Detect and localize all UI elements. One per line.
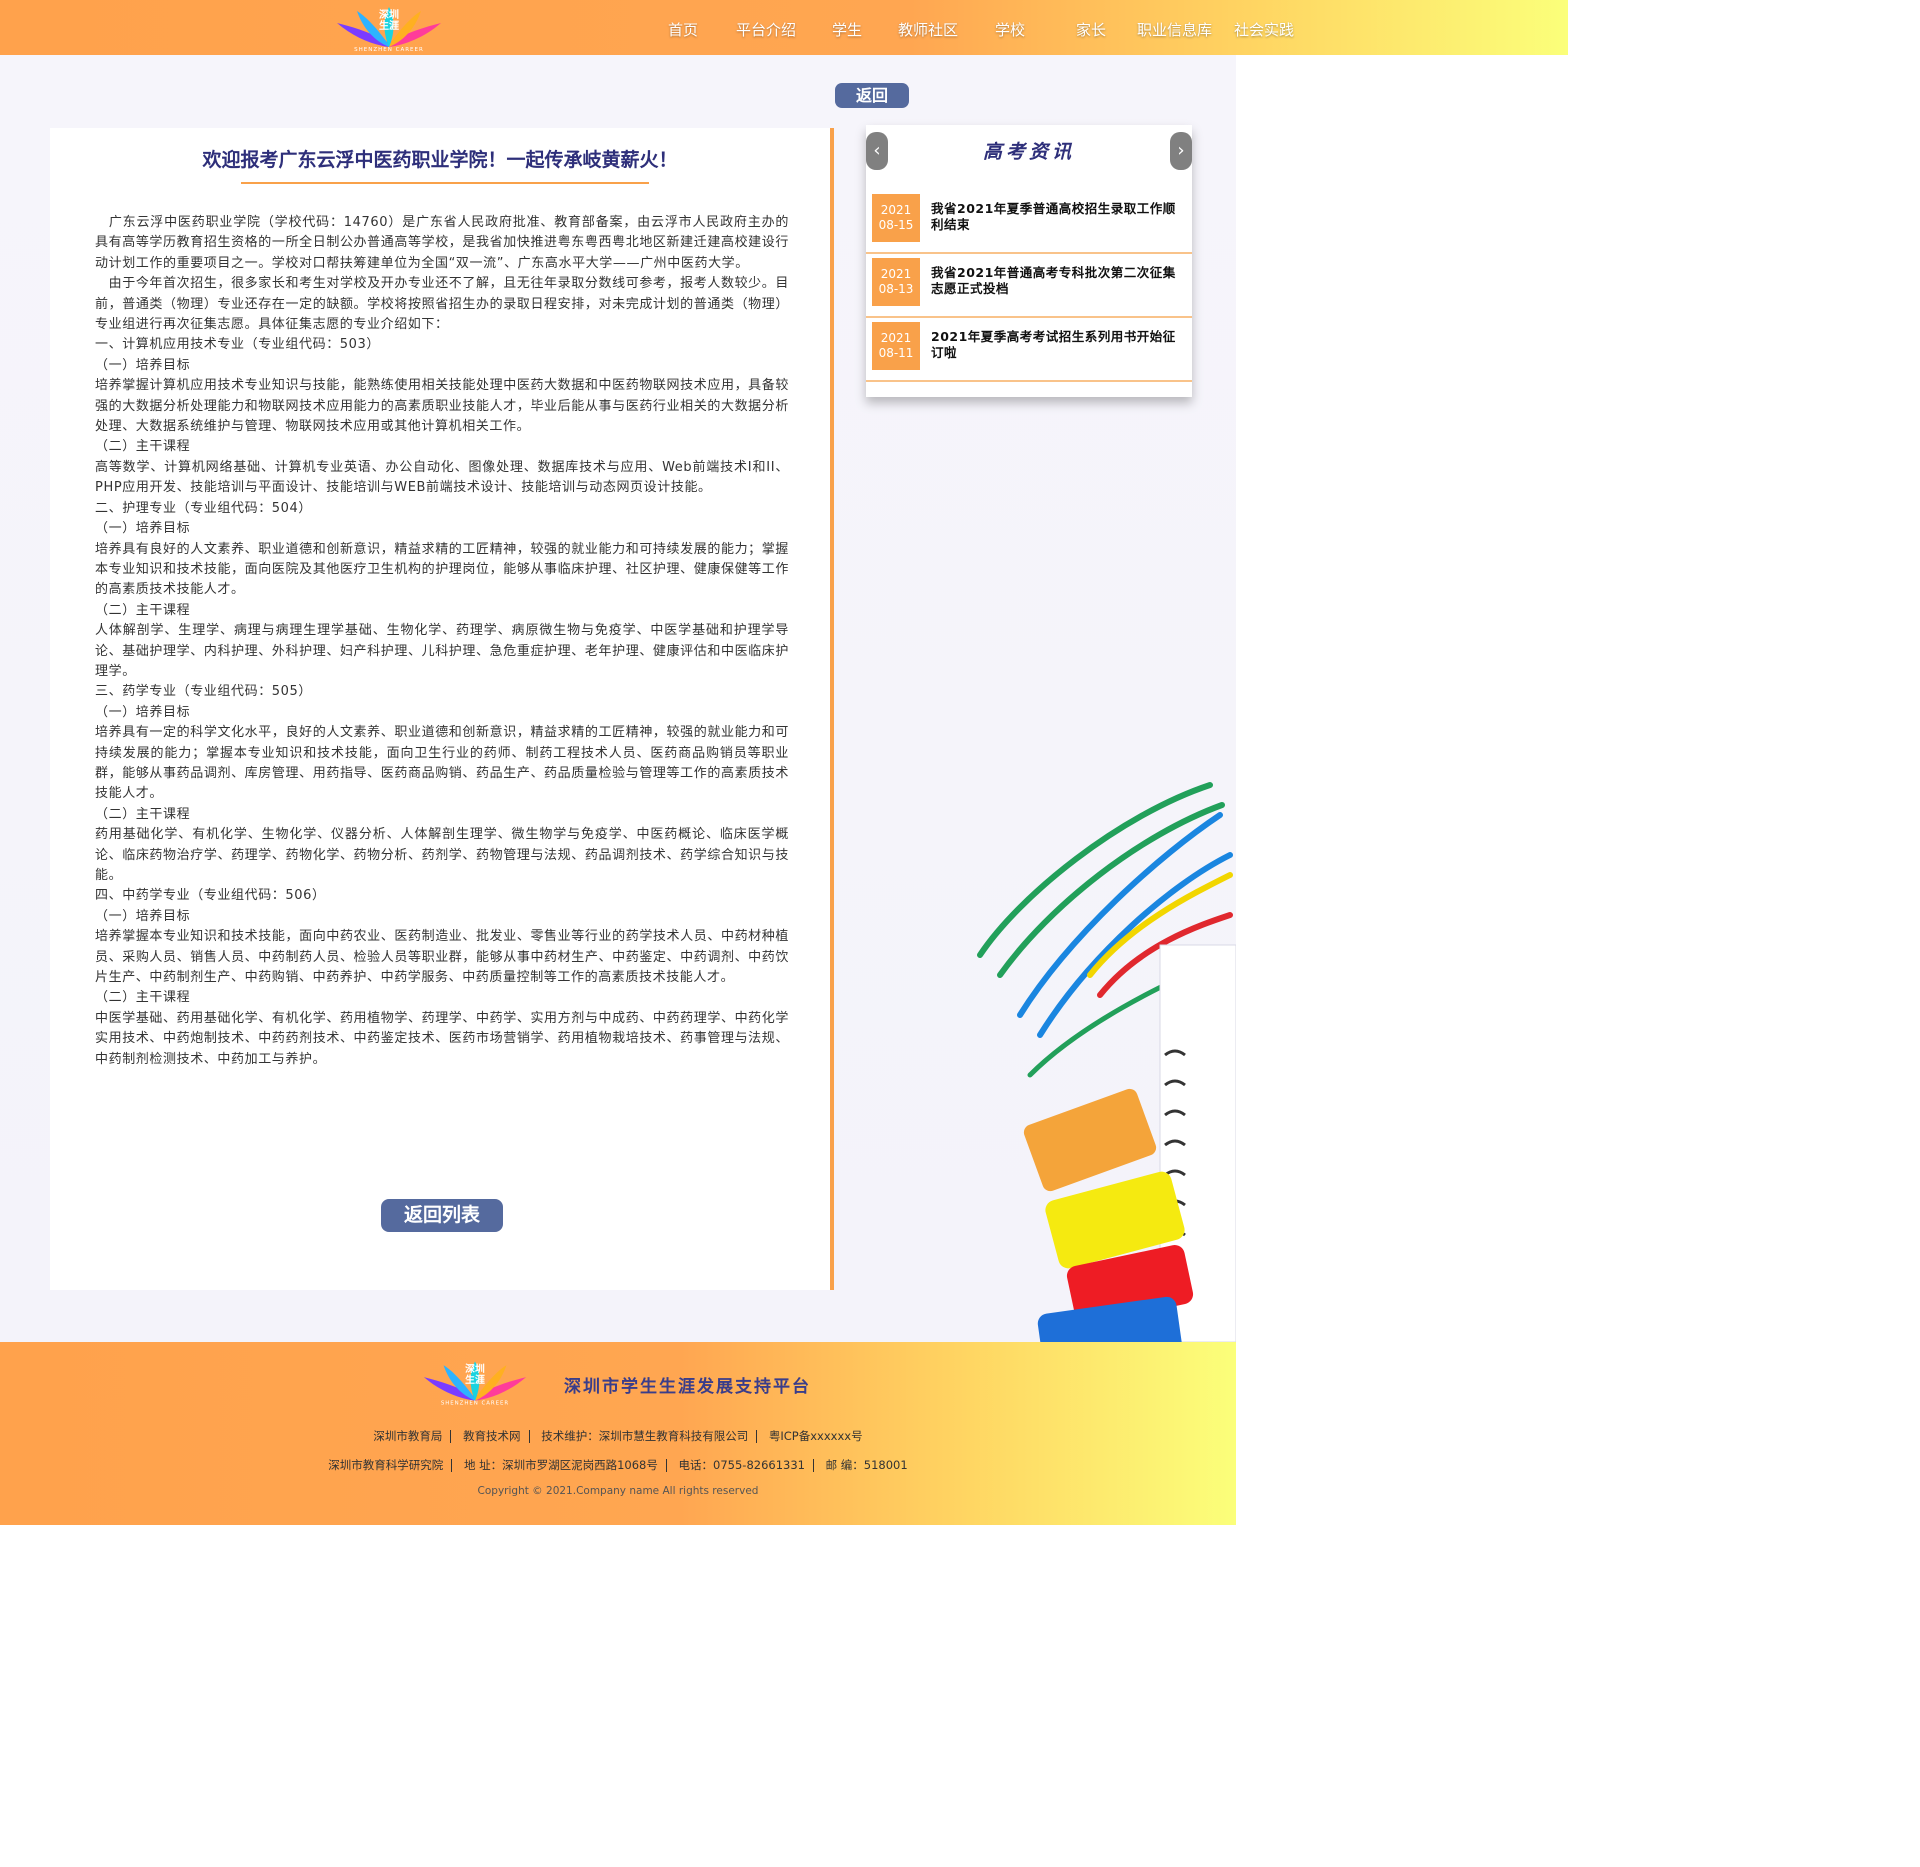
news-panel-title: 高考资讯	[982, 141, 1075, 163]
news-headline[interactable]: 我省2021年普通高考专科批次第二次征集志愿正式投档	[931, 265, 1183, 297]
article-paragraph: （二）主干课程	[95, 806, 191, 822]
article-title: 欢迎报考广东云浮中医药职业学院！一起传承岐黄薪火！	[202, 149, 678, 171]
news-panel: 高考资讯 ‹ › 2021 08-15 我省2021年夏季普通高校招生录取工作顺…	[866, 125, 1192, 397]
footer-logo[interactable]: 深圳 生涯 SHENZHEN CAREER	[420, 1357, 530, 1407]
footer-links-row-2: 深圳市教育科学研究院 地 址：深圳市罗湖区泥岗西路1068号 电话：0755-8…	[0, 1457, 1236, 1473]
news-date-badge: 2021 08-11	[872, 322, 920, 370]
footer-platform-title: 深圳市学生生涯发展支持平台	[564, 1377, 811, 1397]
top-header: 深圳 生涯 SHENZHEN CAREER 首页 平台介绍 学生 教师社区 学校…	[0, 0, 1568, 55]
news-headline[interactable]: 我省2021年夏季普通高校招生录取工作顺利结束	[931, 201, 1183, 233]
footer-link[interactable]: 教育技术网	[463, 1429, 521, 1443]
nav-social-practice[interactable]: 社会实践	[1234, 19, 1294, 40]
article-paragraph: （二）主干课程	[95, 990, 191, 1006]
news-date: 08-11	[878, 346, 914, 360]
article-paragraph: （一）培养目标	[95, 357, 191, 373]
footer-logo-text-top: 深圳	[465, 1362, 485, 1375]
copyright-text: Copyright © 2021.Company name All rights…	[477, 1485, 759, 1497]
news-date-badge: 2021 08-15	[872, 194, 920, 242]
nav-career-database[interactable]: 职业信息库	[1137, 19, 1212, 40]
footer-link[interactable]: 深圳市教育科学研究院	[328, 1458, 443, 1472]
title-underline	[241, 182, 649, 184]
article-paragraph: 三、药学专业（专业组代码：505）	[95, 684, 313, 700]
article-body: 广东云浮中医药职业学院（学校代码：14760）是广东省人民政府批准、教育部备案，…	[95, 213, 789, 1070]
news-year: 2021	[880, 203, 912, 217]
footer-links-row-1: 深圳市教育局 教育技术网 技术维护：深圳市慧生教育科技有限公司 粤ICP备xxx…	[0, 1428, 1236, 1444]
news-date-badge: 2021 08-13	[872, 258, 920, 306]
article-paragraph: 广东云浮中医药职业学院（学校代码：14760）是广东省人民政府批准、教育部备案，…	[95, 215, 789, 271]
nav-home[interactable]: 首页	[668, 19, 698, 40]
nav-students[interactable]: 学生	[832, 19, 862, 40]
footer-logo-caption: SHENZHEN CAREER	[441, 1401, 509, 1407]
article-paragraph: 培养具有一定的科学文化水平，良好的人文素养、职业道德和创新意识，精益求精的工匠精…	[95, 725, 789, 802]
nav-platform-intro[interactable]: 平台介绍	[736, 19, 796, 40]
news-year: 2021	[880, 267, 912, 281]
article-paragraph: 二、护理专业（专业组代码：504）	[95, 500, 313, 516]
article-paragraph: 培养掌握本专业知识和技术技能，面向中药农业、医药制造业、批发业、零售业等行业的药…	[95, 929, 789, 986]
news-item[interactable]: 2021 08-11 2021年夏季高考考试招生系列用书开始征订啦	[866, 316, 1192, 382]
article-paragraph: 药用基础化学、有机化学、生物化学、仪器分析、人体解剖生理学、微生物学与免疫学、中…	[95, 827, 789, 883]
footer-text: 邮 编：518001	[825, 1458, 908, 1472]
article-paragraph: 高等数学、计算机网络基础、计算机专业英语、办公自动化、图像处理、数据库技术与应用…	[95, 459, 789, 496]
article-paragraph: 人体解剖学、生理学、病理与病理生理学基础、生物化学、药理学、病原微生物与免疫学、…	[95, 623, 789, 679]
article-paragraph: （二）主干课程	[95, 439, 191, 455]
news-headline[interactable]: 2021年夏季高考考试招生系列用书开始征订啦	[931, 329, 1183, 361]
main-nav: 首页 平台介绍 学生 教师社区 学校 家长 职业信息库 社会实践	[0, 0, 1568, 55]
article-paragraph: 培养掌握计算机应用技术专业知识与技能，能熟练使用相关技能处理中医药大数据和中医药…	[95, 378, 789, 435]
article-paragraph: 四、中药学专业（专业组代码：506）	[95, 888, 326, 904]
stationery-illustration	[977, 782, 1236, 1342]
chevron-left-icon[interactable]: ‹	[866, 132, 888, 170]
news-date: 08-15	[878, 218, 914, 232]
footer: 深圳 生涯 SHENZHEN CAREER 深圳市学生生涯发展支持平台 深圳市教…	[0, 1342, 1236, 1525]
news-item[interactable]: 2021 08-13 我省2021年普通高考专科批次第二次征集志愿正式投档	[866, 252, 1192, 318]
footer-link[interactable]: 深圳市教育局	[373, 1429, 442, 1443]
chevron-right-icon[interactable]: ›	[1170, 132, 1192, 170]
article-paragraph: 中医学基础、药用基础化学、有机化学、药用植物学、药理学、中药学、实用方剂与中成药…	[95, 1010, 789, 1067]
back-button[interactable]: 返回	[835, 83, 909, 108]
footer-text: 电话：0755-82661331	[678, 1458, 805, 1472]
nav-teacher-community[interactable]: 教师社区	[898, 19, 958, 40]
article-paragraph: （二）主干课程	[95, 602, 191, 618]
article-paragraph: （一）培养目标	[95, 908, 191, 924]
article-paragraph: 由于今年首次招生，很多家长和考生对学校及开办专业还不了解，且无往年录取分数线可参…	[95, 276, 789, 333]
news-item[interactable]: 2021 08-15 我省2021年夏季普通高校招生录取工作顺利结束	[866, 188, 1192, 254]
article-paragraph: 培养具有良好的人文素养、职业道德和创新意识，精益求精的工匠精神，较强的就业能力和…	[95, 541, 789, 598]
news-year: 2021	[880, 331, 912, 345]
nav-schools[interactable]: 学校	[995, 19, 1025, 40]
footer-text: 地 址：深圳市罗湖区泥岗西路1068号	[463, 1458, 658, 1472]
return-list-button[interactable]: 返回列表	[381, 1199, 503, 1232]
news-date: 08-13	[878, 282, 914, 296]
article-paragraph: （一）培养目标	[95, 704, 191, 720]
footer-text: 技术维护：深圳市慧生教育科技有限公司	[541, 1429, 749, 1443]
article-paragraph: （一）培养目标	[95, 521, 191, 537]
nav-parents[interactable]: 家长	[1076, 19, 1106, 40]
article-paragraph: 一、计算机应用技术专业（专业组代码：503）	[95, 337, 381, 353]
footer-logo-text-bottom: 生涯	[465, 1373, 485, 1386]
footer-link[interactable]: 粤ICP备xxxxxx号	[769, 1429, 863, 1443]
